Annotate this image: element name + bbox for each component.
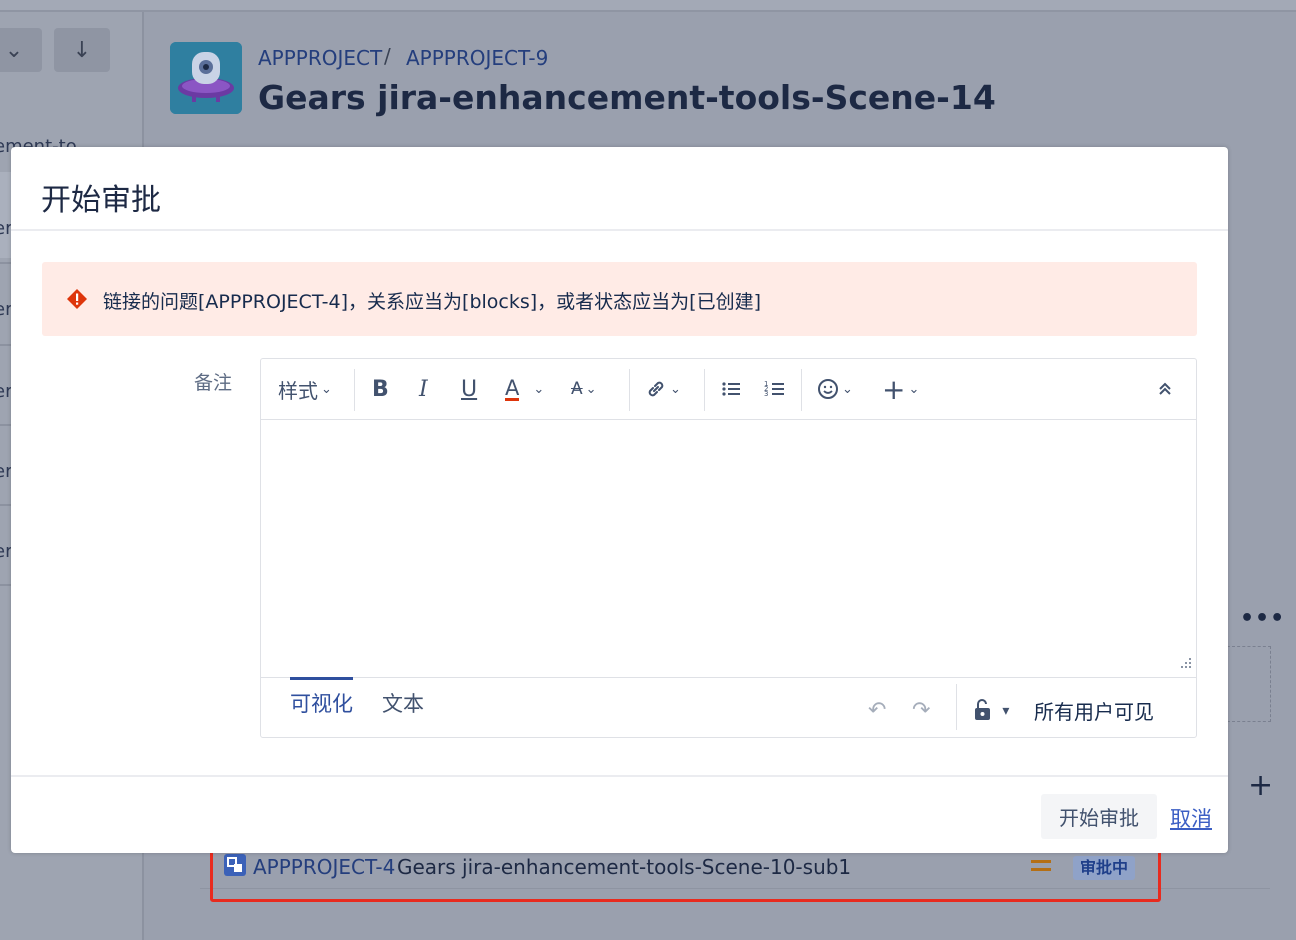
chevron-down-icon: ⌄ xyxy=(585,381,597,397)
comment-editor[interactable]: 样式 ⌄ B I U A ⌄ A ⌄ ⌄ 1 2 3 ⌄ + ⌄ 可视化 文本 … xyxy=(260,358,1197,738)
text-style-dropdown[interactable]: 样式 ⌄ xyxy=(278,359,332,419)
toolbar-divider xyxy=(629,369,630,411)
numbered-list-icon: 123 xyxy=(764,380,784,398)
more-formatting-icon: A xyxy=(571,379,583,399)
link-button[interactable]: ⌄ xyxy=(645,359,681,419)
numbered-list-button[interactable]: 123 xyxy=(764,359,786,419)
caret-down-icon: ▾ xyxy=(1002,703,1010,719)
text-color-button[interactable]: A ⌄ xyxy=(505,359,544,419)
text-color-icon: A xyxy=(505,375,520,401)
project-avatar[interactable] xyxy=(170,42,242,114)
underline-button[interactable]: U xyxy=(461,359,477,419)
chevron-down-icon: ⌄ xyxy=(533,381,545,397)
bullet-list-button[interactable] xyxy=(720,359,742,419)
underline-icon: U xyxy=(461,376,478,402)
next-issue-button[interactable]: ↓ xyxy=(54,28,110,72)
dialog-header-divider xyxy=(11,229,1228,231)
arrow-down-icon: ↓ xyxy=(72,37,92,63)
dialog-title: 开始审批 xyxy=(41,183,161,218)
toolbar-divider xyxy=(354,369,355,411)
insert-more-button[interactable]: + ⌄ xyxy=(882,359,919,419)
link-icon xyxy=(648,381,664,397)
bullet-list-icon xyxy=(722,382,740,396)
chevron-down-icon: ⌄ xyxy=(670,381,681,397)
bold-icon: B xyxy=(372,376,389,402)
unlock-icon xyxy=(975,698,990,720)
collapse-toolbar-button[interactable] xyxy=(1157,359,1173,419)
footer-divider xyxy=(956,684,957,730)
bold-button[interactable]: B xyxy=(372,359,389,419)
visibility-label[interactable]: 所有用户可见 xyxy=(1034,696,1154,725)
note-label: 备注 xyxy=(194,372,233,394)
editor-footer: 可视化 文本 ↶ ↷ ▾ 所有用户可见 xyxy=(261,677,1196,738)
breadcrumb-issue[interactable]: APPPROJECT-9 xyxy=(406,46,548,70)
collapse-button[interactable]: ⌄ xyxy=(0,28,42,72)
more-formatting-button[interactable]: A ⌄ xyxy=(571,359,597,419)
tab-text[interactable]: 文本 xyxy=(382,688,424,718)
toolbar-divider xyxy=(704,369,705,411)
tab-active-indicator xyxy=(290,677,353,680)
cancel-link[interactable]: 取消 xyxy=(1170,803,1212,833)
chevron-down-icon: ⌄ xyxy=(4,37,24,63)
error-alert: 链接的问题[APPPROJECT-4]，关系应当为[blocks]，或者状态应当… xyxy=(42,262,1197,336)
plus-icon: + xyxy=(882,372,906,406)
visibility-dropdown[interactable]: ▾ xyxy=(973,696,1009,721)
breadcrumb-project[interactable]: APPPROJECT xyxy=(258,46,382,70)
error-message: 链接的问题[APPPROJECT-4]，关系应当为[blocks]，或者状态应当… xyxy=(103,291,761,313)
error-icon xyxy=(67,289,87,309)
toolbar-divider xyxy=(801,369,802,411)
text-style-label: 样式 xyxy=(278,378,318,403)
tab-visual[interactable]: 可视化 xyxy=(290,688,353,718)
redo-icon[interactable]: ↷ xyxy=(912,698,930,723)
top-bar xyxy=(0,0,1296,12)
emoji-icon xyxy=(818,379,838,399)
chevron-down-icon: ⌄ xyxy=(908,381,920,397)
resize-handle-icon[interactable] xyxy=(1179,656,1193,670)
italic-button[interactable]: I xyxy=(419,359,428,419)
project-avatar-icon xyxy=(170,42,242,114)
start-approval-dialog: 开始审批 链接的问题[APPPROJECT-4]，关系应当为[blocks]，或… xyxy=(11,147,1228,853)
double-chevron-up-icon xyxy=(1159,382,1171,395)
start-approval-button[interactable]: 开始审批 xyxy=(1041,794,1157,839)
more-options-icon[interactable]: ••• xyxy=(1240,606,1285,631)
issue-title[interactable]: Gears jira-enhancement-tools-Scene-14 xyxy=(258,78,996,117)
editor-toolbar: 样式 ⌄ B I U A ⌄ A ⌄ ⌄ 1 2 3 ⌄ + ⌄ xyxy=(261,359,1196,420)
italic-icon: I xyxy=(419,376,428,402)
dialog-footer-divider xyxy=(11,775,1228,777)
undo-icon[interactable]: ↶ xyxy=(868,698,886,723)
svg-text:3: 3 xyxy=(764,390,768,398)
chevron-down-icon: ⌄ xyxy=(321,381,332,397)
breadcrumb-separator: / xyxy=(384,44,391,68)
add-icon[interactable]: + xyxy=(1248,768,1273,803)
emoji-button[interactable]: ⌄ xyxy=(817,359,853,419)
editor-content-area[interactable] xyxy=(261,420,1196,676)
chevron-down-icon: ⌄ xyxy=(842,381,853,397)
